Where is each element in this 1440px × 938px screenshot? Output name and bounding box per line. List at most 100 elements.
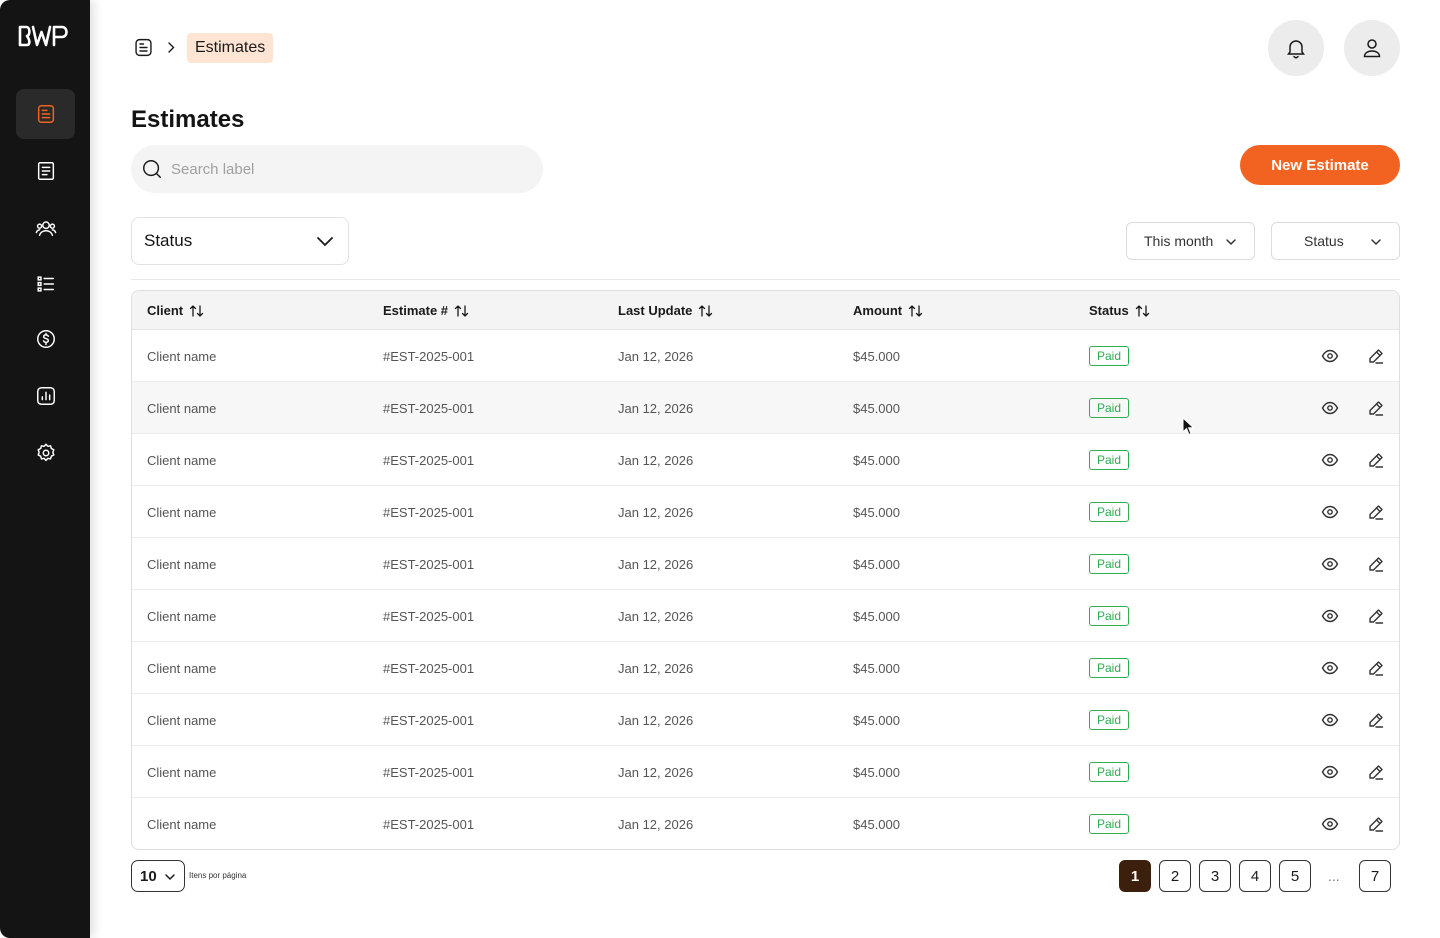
eye-icon[interactable] [1321, 711, 1339, 729]
page-button-5[interactable]: 5 [1279, 860, 1311, 892]
cell-amount: $45.000 [853, 608, 900, 624]
cell-last-update: Jan 12, 2026 [618, 556, 694, 572]
column-header-amount[interactable]: Amount [853, 291, 924, 330]
table-row[interactable]: Client name #EST-2025-001 Jan 12, 2026 $45.… [132, 746, 1399, 798]
cell-estimate-number: #EST-2025-001 [383, 400, 475, 416]
column-header-last-update[interactable]: Last Update [618, 291, 714, 330]
dollar-icon [36, 330, 55, 348]
eye-icon[interactable] [1321, 451, 1339, 469]
date-filter-button[interactable]: This month [1126, 222, 1255, 260]
table-row[interactable]: Client name #EST-2025-001 Jan 12, 2026 $45.… [132, 798, 1399, 849]
table-row[interactable]: Client name #EST-2025-001 Jan 12, 2026 $45.… [132, 486, 1399, 538]
table-row[interactable]: Client name #EST-2025-001 Jan 12, 2026 $45.… [132, 330, 1399, 382]
status-badge: Paid [1089, 502, 1130, 522]
nav-estimates[interactable] [16, 89, 75, 139]
chevron-right-icon [168, 42, 175, 53]
cell-amount: $45.000 [853, 452, 900, 468]
edit-icon[interactable] [1367, 711, 1385, 729]
cell-last-update: Jan 12, 2026 [618, 504, 694, 520]
eye-icon[interactable] [1321, 503, 1339, 521]
status-badge: Paid [1089, 554, 1130, 574]
column-header-client[interactable]: Client [147, 291, 205, 330]
status-filter-label: Status [1304, 233, 1344, 249]
table-row[interactable]: Client name #EST-2025-001 Jan 12, 2026 $45.… [132, 590, 1399, 642]
chart-icon [36, 387, 55, 405]
status-badge: Paid [1089, 710, 1130, 730]
edit-icon[interactable] [1367, 763, 1385, 781]
sort-icon [908, 304, 923, 317]
cell-last-update: Jan 12, 2026 [618, 660, 694, 676]
eye-icon[interactable] [1321, 399, 1339, 417]
search-input[interactable] [171, 145, 531, 193]
cell-estimate-number: #EST-2025-001 [383, 816, 475, 832]
notifications-button[interactable] [1268, 20, 1324, 76]
cell-amount: $45.000 [853, 556, 900, 572]
eye-icon[interactable] [1321, 555, 1339, 573]
nav-settings[interactable] [16, 428, 75, 478]
per-page-label: Itens por página [189, 871, 247, 880]
table-row[interactable]: Client name #EST-2025-001 Jan 12, 2026 $45.… [132, 382, 1399, 434]
edit-icon[interactable] [1367, 555, 1385, 573]
table-row[interactable]: Client name #EST-2025-001 Jan 12, 2026 $45.… [132, 642, 1399, 694]
cell-client: Client name [147, 764, 217, 780]
cell-amount: $45.000 [853, 816, 900, 832]
cell-client: Client name [147, 452, 217, 468]
page-button-3[interactable]: 3 [1199, 860, 1231, 892]
edit-icon[interactable] [1367, 347, 1385, 365]
page-title: Estimates [131, 106, 245, 133]
nav-reports[interactable] [16, 371, 75, 421]
edit-icon[interactable] [1367, 607, 1385, 625]
eye-icon[interactable] [1321, 815, 1339, 833]
profile-button[interactable] [1344, 20, 1400, 76]
cell-estimate-number: #EST-2025-001 [383, 660, 475, 676]
eye-icon[interactable] [1321, 763, 1339, 781]
new-estimate-button[interactable]: New Estimate [1240, 145, 1400, 185]
nav-clients[interactable] [16, 203, 75, 253]
column-header-status[interactable]: Status [1089, 291, 1151, 330]
sort-icon [189, 304, 204, 317]
page-button-7[interactable]: 7 [1359, 860, 1391, 892]
status-filter-button[interactable]: Status [1271, 222, 1400, 260]
status-badge: Paid [1089, 606, 1130, 626]
receipt-icon [37, 162, 54, 180]
status-badge: Paid [1089, 450, 1130, 470]
column-header-estimate[interactable]: Estimate # [383, 291, 470, 330]
table-row[interactable]: Client name #EST-2025-001 Jan 12, 2026 $45.… [132, 434, 1399, 486]
nav-invoices[interactable] [16, 146, 75, 196]
eye-icon[interactable] [1321, 607, 1339, 625]
table-row[interactable]: Client name #EST-2025-001 Jan 12, 2026 $45.… [132, 538, 1399, 590]
search-box[interactable] [131, 145, 543, 193]
bwp-logo[interactable] [18, 24, 74, 48]
eye-icon[interactable] [1321, 347, 1339, 365]
cell-estimate-number: #EST-2025-001 [383, 348, 475, 364]
chevron-down-icon [317, 237, 333, 247]
cell-client: Client name [147, 504, 217, 520]
page-button-1[interactable]: 1 [1119, 860, 1151, 892]
divider [131, 279, 1400, 280]
status-badge: Paid [1089, 762, 1130, 782]
status-select[interactable]: Status [131, 217, 349, 265]
edit-icon[interactable] [1367, 503, 1385, 521]
edit-icon[interactable] [1367, 451, 1385, 469]
page-button-4[interactable]: 4 [1239, 860, 1271, 892]
date-filter-label: This month [1144, 233, 1214, 249]
search-icon [143, 160, 161, 178]
chevron-down-icon [1226, 239, 1236, 246]
edit-icon[interactable] [1367, 815, 1385, 833]
eye-icon[interactable] [1321, 659, 1339, 677]
edit-icon[interactable] [1367, 659, 1385, 677]
per-page-select[interactable]: 10 [131, 860, 185, 892]
nav-tasks[interactable] [16, 259, 75, 309]
edit-icon[interactable] [1367, 399, 1385, 417]
breadcrumb-current[interactable]: Estimates [187, 33, 274, 63]
nav-payments[interactable] [16, 314, 75, 364]
document-icon[interactable] [133, 37, 154, 58]
cell-client: Client name [147, 348, 217, 364]
table-row[interactable]: Client name #EST-2025-001 Jan 12, 2026 $45.… [132, 694, 1399, 746]
cell-amount: $45.000 [853, 660, 900, 676]
status-select-label: Status [144, 231, 193, 250]
sort-icon [699, 304, 713, 317]
status-badge: Paid [1089, 814, 1130, 834]
page-button-2[interactable]: 2 [1159, 860, 1191, 892]
cell-client: Client name [147, 660, 217, 676]
